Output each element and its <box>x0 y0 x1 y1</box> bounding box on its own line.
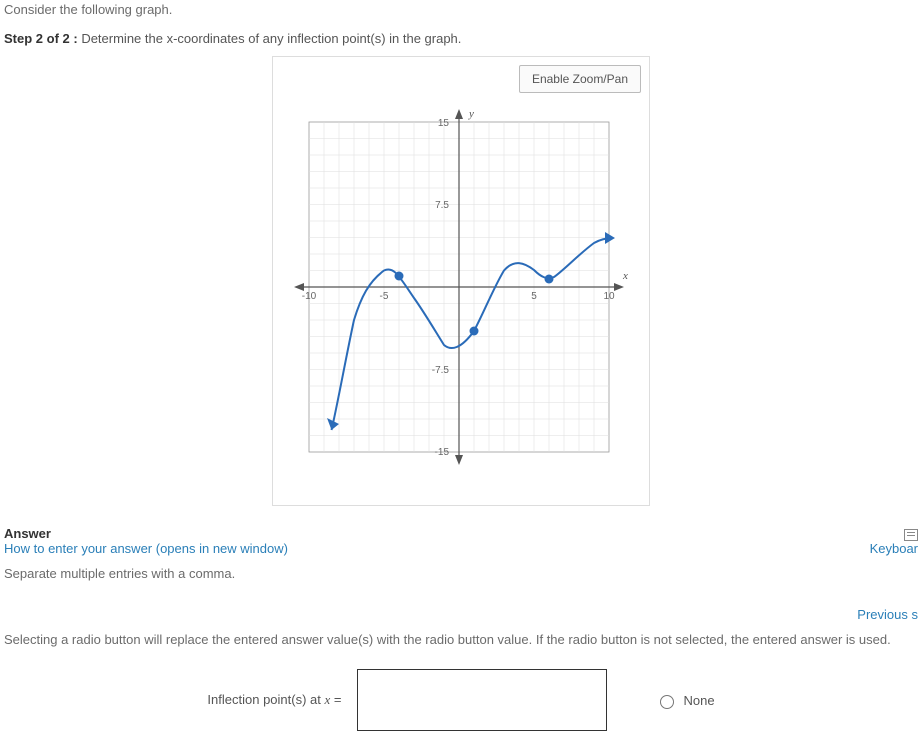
answer-heading: Answer <box>4 526 288 541</box>
x-axis-label: x <box>622 270 628 282</box>
graph-container: Enable Zoom/Pan <box>272 56 650 506</box>
step-line: Step 2 of 2 : Determine the x-coordinate… <box>0 31 922 56</box>
tick-y-15: 15 <box>438 118 450 129</box>
tick-x-5: 5 <box>531 291 537 302</box>
step-text: Determine the x-coordinates of any infle… <box>81 31 461 46</box>
tick-x--10: -10 <box>302 291 317 302</box>
tick-x-10: 10 <box>603 291 615 302</box>
answer-input[interactable] <box>357 669 607 731</box>
keyboard-link[interactable]: Keyboar <box>870 541 918 556</box>
tick-y-7.5: 7.5 <box>435 200 449 211</box>
graph-plot[interactable]: -10 -5 5 10 15 7.5 -7.5 -15 y x <box>279 107 639 495</box>
answer-row: Inflection point(s) at x = None <box>0 665 922 731</box>
radio-note: Selecting a radio button will replace th… <box>0 622 922 665</box>
none-option[interactable]: None <box>655 692 714 709</box>
keyboard-icon[interactable] <box>904 529 918 541</box>
tick-x--5: -5 <box>380 291 389 302</box>
tick-y--7.5: -7.5 <box>432 365 450 376</box>
none-radio[interactable] <box>660 695 674 709</box>
tick-y--15: -15 <box>435 447 450 458</box>
y-axis-label: y <box>468 108 474 120</box>
previous-link[interactable]: Previous s <box>0 581 922 622</box>
enable-zoom-pan-button[interactable]: Enable Zoom/Pan <box>519 65 641 93</box>
answer-input-label: Inflection point(s) at x = <box>207 692 341 708</box>
separate-entries-note: Separate multiple entries with a comma. <box>0 556 922 581</box>
intro-text: Consider the following graph. <box>0 0 922 31</box>
step-label: Step 2 of 2 : <box>4 31 78 46</box>
none-label: None <box>683 693 714 708</box>
help-link[interactable]: How to enter your answer (opens in new w… <box>4 541 288 556</box>
